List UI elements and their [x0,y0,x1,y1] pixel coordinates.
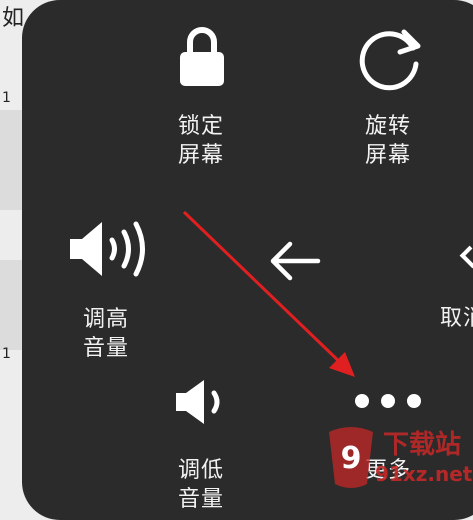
watermark-bottom-text: 91xz.net [375,462,473,486]
watermark-emblem-icon: 9 [329,427,373,488]
annotation-arrow [182,210,355,377]
watermark-top-text: 下载站 [383,430,462,460]
watermark-logo: 9 下载站 91xz.net [321,422,473,492]
svg-text:9: 9 [341,441,362,476]
